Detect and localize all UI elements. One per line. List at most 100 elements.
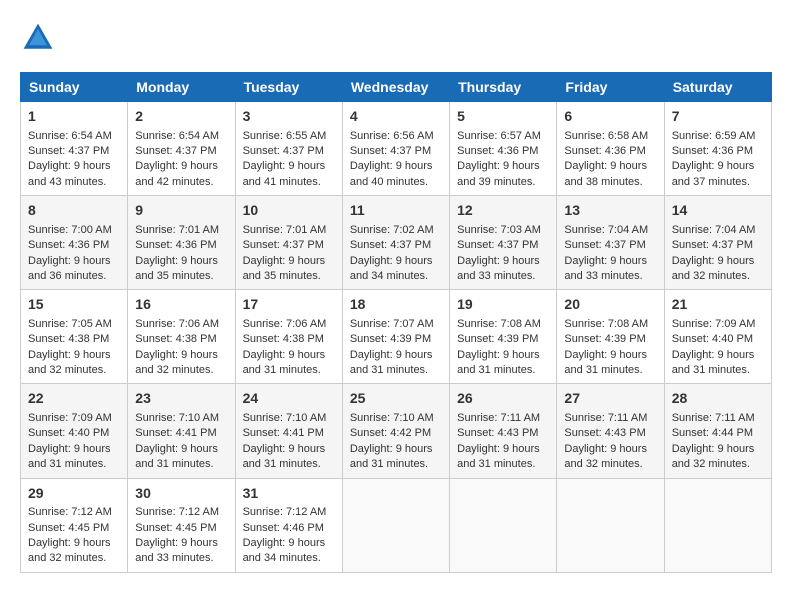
day-number: 17 [243,295,335,315]
day-header-friday: Friday [557,73,664,102]
sunrise-text: Sunrise: 6:55 AM [243,130,327,142]
sunset-text: Sunset: 4:36 PM [135,239,216,251]
sunset-text: Sunset: 4:45 PM [135,522,216,534]
sunrise-text: Sunrise: 7:11 AM [564,412,647,424]
daylight-text: Daylight: 9 hours and 31 minutes. [672,349,755,376]
sunrise-text: Sunrise: 6:54 AM [28,130,112,142]
calendar-cell: 18Sunrise: 7:07 AMSunset: 4:39 PMDayligh… [342,290,449,384]
daylight-text: Daylight: 9 hours and 34 minutes. [243,537,326,564]
day-number: 18 [350,295,442,315]
calendar-cell: 7Sunrise: 6:59 AMSunset: 4:36 PMDaylight… [664,102,771,196]
calendar-cell: 3Sunrise: 6:55 AMSunset: 4:37 PMDaylight… [235,102,342,196]
sunrise-text: Sunrise: 7:11 AM [672,412,755,424]
day-header-row: SundayMondayTuesdayWednesdayThursdayFrid… [21,73,772,102]
day-number: 28 [672,389,764,409]
sunset-text: Sunset: 4:46 PM [243,522,324,534]
daylight-text: Daylight: 9 hours and 41 minutes. [243,160,326,187]
sunset-text: Sunset: 4:38 PM [243,333,324,345]
calendar-week-5: 29 Sunrise: 7:12 AM Sunset: 4:45 PM Dayligh… [21,478,772,572]
day-header-wednesday: Wednesday [342,73,449,102]
sunrise-text: Sunrise: 7:06 AM [135,318,219,330]
daylight-text: Daylight: 9 hours and 33 minutes. [564,255,647,282]
calendar-table: SundayMondayTuesdayWednesdayThursdayFrid… [20,72,772,573]
day-number: 7 [672,107,764,127]
day-number: 20 [564,295,656,315]
sunrise-text: Sunrise: 6:57 AM [457,130,541,142]
sunrise-text: Sunrise: 7:02 AM [350,224,434,236]
daylight-text: Daylight: 9 hours and 33 minutes. [135,537,218,564]
sunset-text: Sunset: 4:37 PM [135,145,216,157]
sunset-text: Sunset: 4:36 PM [564,145,645,157]
daylight-text: Daylight: 9 hours and 32 minutes. [28,349,111,376]
daylight-text: Daylight: 9 hours and 31 minutes. [135,443,218,470]
sunrise-text: Sunrise: 7:10 AM [243,412,327,424]
daylight-text: Daylight: 9 hours and 32 minutes. [564,443,647,470]
sunset-text: Sunset: 4:38 PM [28,333,109,345]
day-header-saturday: Saturday [664,73,771,102]
sunrise-text: Sunrise: 7:01 AM [243,224,327,236]
day-number: 4 [350,107,442,127]
daylight-text: Daylight: 9 hours and 32 minutes. [672,255,755,282]
daylight-text: Daylight: 9 hours and 34 minutes. [350,255,433,282]
page-header [20,20,772,56]
day-number: 23 [135,389,227,409]
sunset-text: Sunset: 4:36 PM [28,239,109,251]
day-number: 21 [672,295,764,315]
sunset-text: Sunset: 4:37 PM [564,239,645,251]
calendar-cell: 31Sunrise: 7:12 AMSunset: 4:46 PMDayligh… [235,478,342,572]
day-number: 11 [350,201,442,221]
daylight-text: Daylight: 9 hours and 35 minutes. [243,255,326,282]
daylight-text: Daylight: 9 hours and 31 minutes. [350,349,433,376]
sunset-text: Sunset: 4:36 PM [672,145,753,157]
sunset-text: Sunset: 4:39 PM [457,333,538,345]
day-number: 10 [243,201,335,221]
sunset-text: Sunset: 4:43 PM [457,427,538,439]
daylight-text: Daylight: 9 hours and 31 minutes. [350,443,433,470]
daylight-text: Daylight: 9 hours and 36 minutes. [28,255,111,282]
day-number: 5 [457,107,549,127]
calendar-cell: 5Sunrise: 6:57 AMSunset: 4:36 PMDaylight… [450,102,557,196]
sunrise-text: Sunrise: 7:08 AM [564,318,648,330]
sunrise-text: Sunrise: 7:09 AM [672,318,756,330]
sunset-text: Sunset: 4:37 PM [350,239,431,251]
sunrise-text: Sunrise: 7:08 AM [457,318,541,330]
calendar-cell: 27Sunrise: 7:11 AMSunset: 4:43 PMDayligh… [557,384,664,478]
calendar-cell [664,478,771,572]
calendar-header: SundayMondayTuesdayWednesdayThursdayFrid… [21,73,772,102]
calendar-cell: 25Sunrise: 7:10 AMSunset: 4:42 PMDayligh… [342,384,449,478]
day-number: 2 [135,107,227,127]
calendar-cell: 10Sunrise: 7:01 AMSunset: 4:37 PMDayligh… [235,196,342,290]
calendar-cell: 6Sunrise: 6:58 AMSunset: 4:36 PMDaylight… [557,102,664,196]
daylight-text: Daylight: 9 hours and 31 minutes. [28,443,111,470]
sunrise-text: Sunrise: 7:09 AM [28,412,112,424]
calendar-cell: 4Sunrise: 6:56 AMSunset: 4:37 PMDaylight… [342,102,449,196]
sunrise-text: Sunrise: 7:04 AM [672,224,756,236]
calendar-week-2: 8Sunrise: 7:00 AMSunset: 4:36 PMDaylight… [21,196,772,290]
sunrise-text: Sunrise: 7:03 AM [457,224,541,236]
sunrise-text: Sunrise: 6:58 AM [564,130,648,142]
calendar-cell [342,478,449,572]
sunrise-text: Sunrise: 7:11 AM [457,412,540,424]
sunrise-text: Sunrise: 6:59 AM [672,130,756,142]
daylight-text: Daylight: 9 hours and 43 minutes. [28,160,111,187]
day-number: 8 [28,201,120,221]
daylight-text: Daylight: 9 hours and 38 minutes. [564,160,647,187]
sunset-text: Sunset: 4:45 PM [28,522,109,534]
day-number: 30 [135,484,227,504]
sunrise-text: Sunrise: 7:12 AM [135,506,219,518]
calendar-cell: 26Sunrise: 7:11 AMSunset: 4:43 PMDayligh… [450,384,557,478]
day-header-tuesday: Tuesday [235,73,342,102]
calendar-cell: 12Sunrise: 7:03 AMSunset: 4:37 PMDayligh… [450,196,557,290]
sunset-text: Sunset: 4:37 PM [350,145,431,157]
daylight-text: Daylight: 9 hours and 31 minutes. [457,349,540,376]
day-number: 29 [28,484,120,504]
sunset-text: Sunset: 4:36 PM [457,145,538,157]
daylight-text: Daylight: 9 hours and 31 minutes. [243,349,326,376]
calendar-cell: 1Sunrise: 6:54 AMSunset: 4:37 PMDaylight… [21,102,128,196]
sunset-text: Sunset: 4:40 PM [28,427,109,439]
calendar-cell: 17Sunrise: 7:06 AMSunset: 4:38 PMDayligh… [235,290,342,384]
calendar-cell: 15Sunrise: 7:05 AMSunset: 4:38 PMDayligh… [21,290,128,384]
sunrise-text: Sunrise: 6:54 AM [135,130,219,142]
logo-icon [20,20,56,56]
daylight-text: Daylight: 9 hours and 42 minutes. [135,160,218,187]
